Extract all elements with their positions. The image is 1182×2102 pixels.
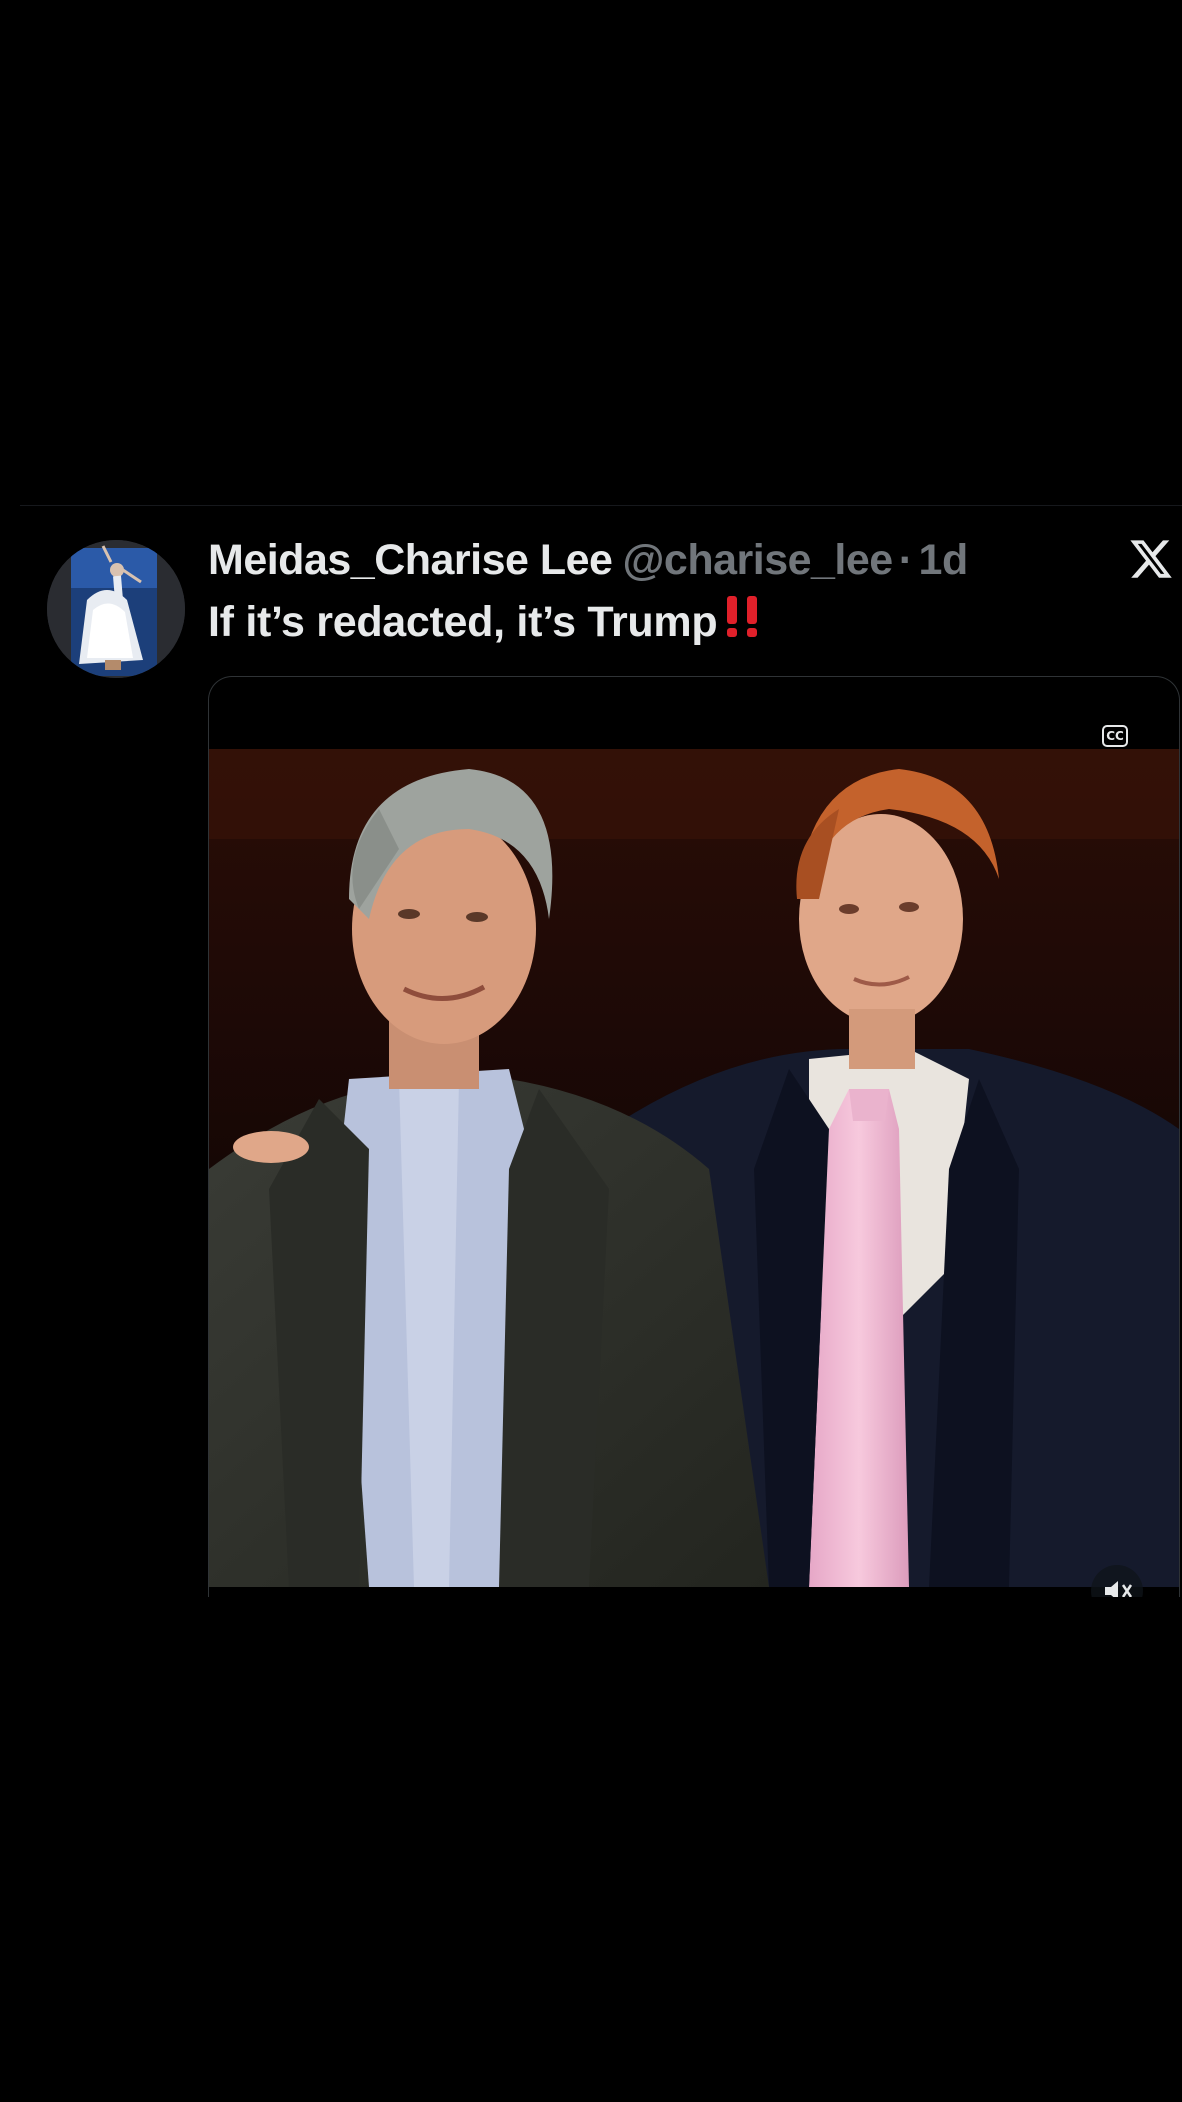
- post-text-content: If it’s redacted, it’s Trump: [208, 598, 718, 646]
- separator-dot: ·: [898, 536, 913, 584]
- x-logo-icon: [1130, 540, 1172, 578]
- video-media-card[interactable]: CC: [208, 676, 1180, 1597]
- avatar[interactable]: [47, 540, 185, 678]
- mute-button[interactable]: [1091, 1565, 1143, 1597]
- post-header: Meidas_Charise Lee @charise_lee · 1d: [208, 532, 968, 588]
- post-time[interactable]: 1d: [919, 536, 969, 584]
- post[interactable]: Meidas_Charise Lee @charise_lee · 1d If it’…: [0, 506, 1182, 1597]
- blank-top-area: [0, 0, 1182, 505]
- mute-icon: [1105, 1581, 1133, 1597]
- display-name[interactable]: Meidas_Charise Lee: [208, 536, 613, 584]
- user-handle[interactable]: @charise_lee: [622, 536, 893, 584]
- double-exclamation-emoji-icon: [727, 596, 758, 637]
- post-text: If it’s redacted, it’s Trump: [208, 594, 765, 650]
- avatar-image: [47, 540, 185, 678]
- closed-captions-icon[interactable]: CC: [1102, 725, 1128, 747]
- photo-of-two-men: [209, 749, 1179, 1587]
